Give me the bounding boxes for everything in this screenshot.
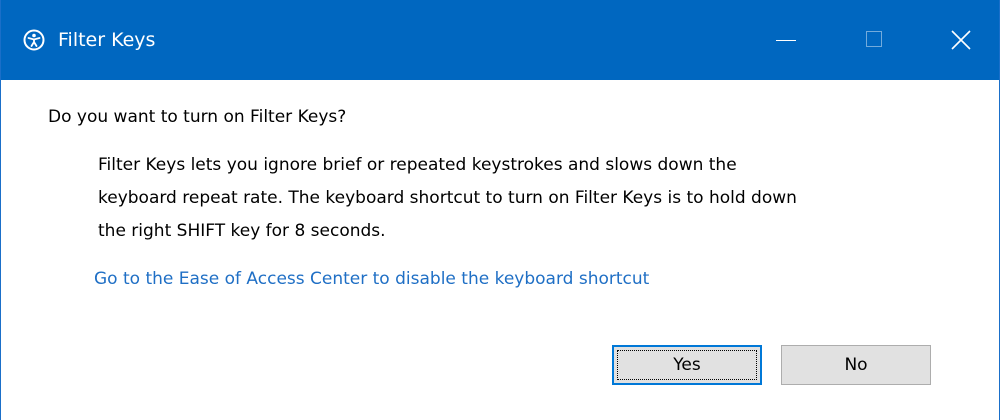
close-icon (951, 30, 971, 50)
minimize-icon (776, 40, 796, 41)
filter-keys-dialog: Filter Keys Do you want to turn on Filte… (0, 0, 1000, 420)
minimize-button[interactable] (741, 0, 833, 80)
yes-button[interactable]: Yes (612, 345, 762, 385)
title-bar[interactable]: Filter Keys (1, 0, 999, 80)
dialog-question: Do you want to turn on Filter Keys? (48, 107, 347, 127)
dialog-description: Filter Keys lets you ignore brief or rep… (98, 149, 978, 248)
ease-of-access-link[interactable]: Go to the Ease of Access Center to disab… (94, 266, 649, 292)
no-button-label: No (844, 355, 868, 375)
description-line: Filter Keys lets you ignore brief or rep… (98, 155, 737, 175)
ease-of-access-icon[interactable] (23, 29, 45, 51)
window-title: Filter Keys (58, 29, 156, 51)
maximize-icon (866, 31, 882, 47)
description-line: keyboard repeat rate. The keyboard short… (98, 188, 797, 208)
maximize-button[interactable] (833, 0, 925, 80)
yes-button-label: Yes (673, 355, 701, 375)
close-button[interactable] (921, 0, 999, 80)
description-line: the right SHIFT key for 8 seconds. (98, 221, 386, 241)
no-button[interactable]: No (781, 345, 931, 385)
